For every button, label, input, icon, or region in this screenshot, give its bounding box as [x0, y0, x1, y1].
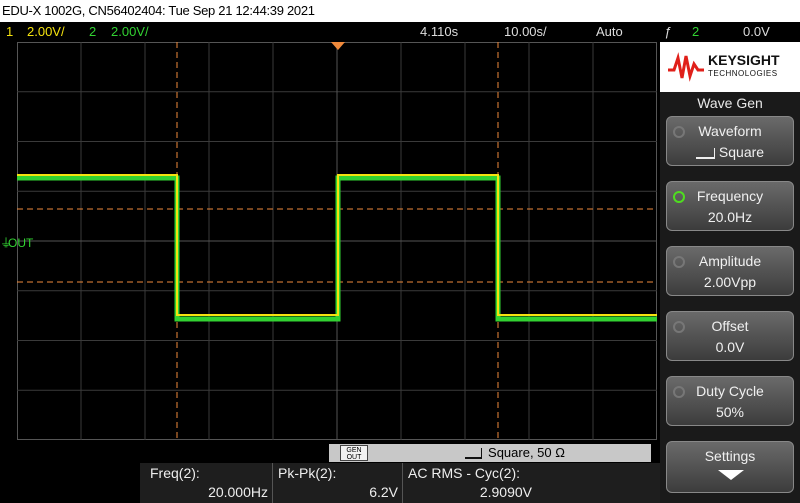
- divider: [402, 463, 403, 503]
- softkey-offset[interactable]: Offset 0.0V: [666, 311, 794, 361]
- out-label: OUT: [8, 236, 34, 250]
- meas-acrms-value: 2.9090V: [479, 484, 532, 500]
- meas-pkpk-value: 6.2V: [369, 484, 398, 500]
- ground-icon: ⏚: [0, 236, 13, 250]
- meas-freq-value: 20.000Hz: [208, 484, 268, 500]
- softkey-value: 2.00Vpp: [703, 274, 757, 290]
- ch2-number[interactable]: 2: [89, 22, 96, 41]
- ch1-scale[interactable]: 2.00V/: [27, 22, 65, 41]
- title-bar: EDU-X 1002G, CN56402404: Tue Sep 21 12:4…: [0, 0, 800, 22]
- softkey-label: Frequency: [696, 188, 764, 204]
- logo-name: KEYSIGHT: [708, 52, 780, 68]
- softkey-duty-cycle[interactable]: Duty Cycle 50%: [666, 376, 794, 426]
- trigger-level[interactable]: 0.0V: [743, 22, 770, 41]
- status-bar: 1 2.00V/ 2 2.00V/ 4.110s 10.00s/ Auto ƒ …: [0, 22, 800, 41]
- gen-badge-bottom: OUT: [346, 454, 362, 461]
- trigger-position-marker[interactable]: [331, 42, 345, 51]
- out-marker: ⏚OUT: [0, 234, 33, 251]
- arrow-down-icon: [718, 470, 744, 480]
- softkey-label: Waveform: [698, 123, 762, 139]
- panel-title: Wave Gen: [697, 95, 763, 111]
- gen-out-badge: GEN OUT: [340, 445, 368, 461]
- square-wave-icon: [695, 147, 715, 159]
- softkey-value: 20.0Hz: [707, 209, 753, 225]
- softkey-waveform[interactable]: Waveform Square: [666, 116, 794, 166]
- meas-pkpk-label: Pk-Pk(2):: [278, 465, 337, 481]
- softkey-label: Amplitude: [698, 253, 762, 269]
- softkey-frequency[interactable]: Frequency 20.0Hz: [666, 181, 794, 231]
- time-scale[interactable]: 10.00s/: [504, 22, 547, 41]
- meas-freq-label: Freq(2):: [150, 465, 200, 481]
- keysight-wave-icon: [668, 52, 704, 82]
- title-text: EDU-X 1002G, CN56402404: Tue Sep 21 12:4…: [2, 3, 315, 18]
- keysight-logo: KEYSIGHT TECHNOLOGIES: [660, 42, 800, 92]
- softkey-label: Offset: [711, 318, 749, 334]
- softkey-value: Square: [667, 144, 793, 160]
- ch1-number[interactable]: 1: [6, 22, 13, 41]
- wavegen-summary: Square, 50 Ω: [380, 444, 650, 462]
- ch2-scale[interactable]: 2.00V/: [111, 22, 149, 41]
- gen-badge-top: GEN: [346, 447, 362, 454]
- scope-waveform-area: [17, 42, 657, 440]
- softkey-label: Duty Cycle: [696, 383, 764, 399]
- square-wave-icon: [465, 448, 483, 460]
- softkey-label: Settings: [704, 448, 756, 464]
- softkey-settings[interactable]: Settings: [666, 441, 794, 493]
- meas-acrms-label: AC RMS - Cyc(2):: [408, 465, 520, 481]
- measurement-bar: Freq(2): 20.000Hz Pk-Pk(2): 6.2V AC RMS …: [140, 463, 660, 503]
- divider: [272, 463, 273, 503]
- softkey-amplitude[interactable]: Amplitude 2.00Vpp: [666, 246, 794, 296]
- trigger-mode[interactable]: Auto: [596, 22, 623, 41]
- trigger-edge-icon: ƒ: [664, 24, 672, 39]
- softkey-value: 50%: [715, 404, 745, 420]
- trigger-channel[interactable]: 2: [692, 22, 699, 41]
- softkey-value: 0.0V: [715, 339, 745, 355]
- time-offset[interactable]: 4.110s: [420, 22, 458, 41]
- ch1-waveform: [17, 174, 657, 316]
- logo-sub: TECHNOLOGIES: [708, 69, 778, 78]
